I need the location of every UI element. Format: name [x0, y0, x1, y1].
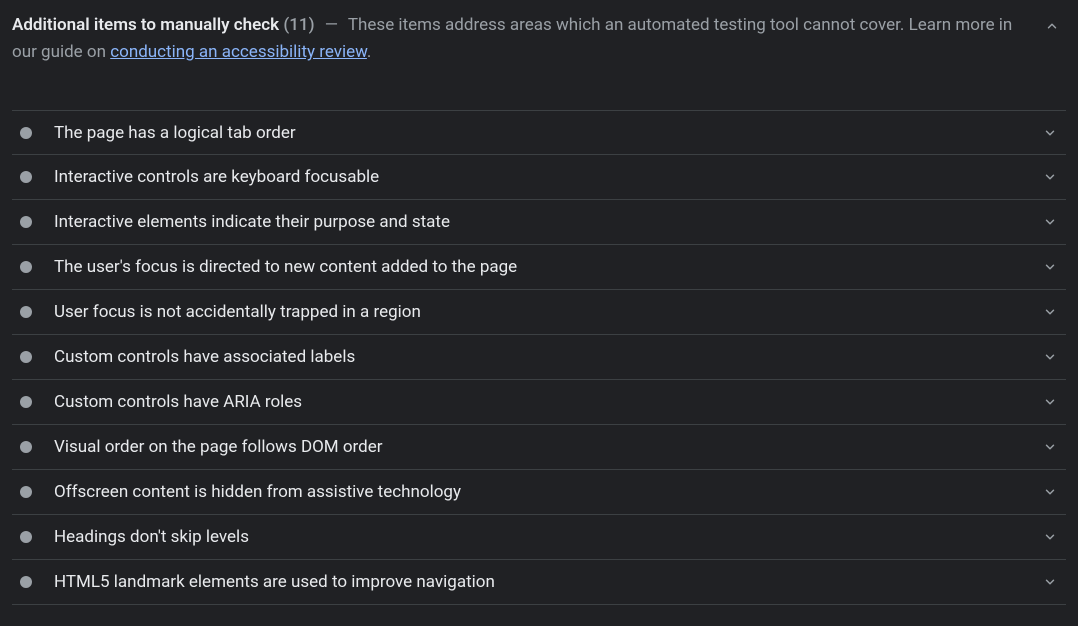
separator: — [325, 15, 338, 35]
audit-title: Offscreen content is hidden from assisti… [54, 482, 1040, 502]
status-dot-icon [20, 396, 32, 408]
audit-item[interactable]: Interactive elements indicate their purp… [12, 200, 1066, 245]
period: . [367, 42, 371, 62]
chevron-down-icon[interactable] [1040, 167, 1060, 187]
header-content: Additional items to manually check (11) … [12, 12, 1066, 66]
audit-title: Custom controls have ARIA roles [54, 392, 1040, 412]
status-dot-icon [20, 351, 32, 363]
audit-item[interactable]: Interactive controls are keyboard focusa… [12, 155, 1066, 200]
audit-title: The user's focus is directed to new cont… [54, 257, 1040, 277]
chevron-down-icon[interactable] [1040, 257, 1060, 277]
status-dot-icon [20, 576, 32, 588]
audit-title: Interactive elements indicate their purp… [54, 212, 1040, 232]
status-dot-icon [20, 261, 32, 273]
chevron-down-icon[interactable] [1040, 302, 1060, 322]
audit-title: Headings don't skip levels [54, 527, 1040, 547]
audit-item[interactable]: The page has a logical tab order [12, 110, 1066, 155]
audit-title: The page has a logical tab order [54, 123, 1040, 143]
status-dot-icon [20, 531, 32, 543]
audit-title: User focus is not accidentally trapped i… [54, 302, 1040, 322]
audit-item[interactable]: User focus is not accidentally trapped i… [12, 290, 1066, 335]
section-count: (11) [283, 15, 314, 35]
chevron-down-icon[interactable] [1040, 212, 1060, 232]
audit-item[interactable]: Headings don't skip levels [12, 515, 1066, 560]
chevron-down-icon[interactable] [1040, 572, 1060, 592]
audit-item[interactable]: HTML5 landmark elements are used to impr… [12, 560, 1066, 605]
chevron-down-icon[interactable] [1040, 347, 1060, 367]
chevron-down-icon[interactable] [1040, 527, 1060, 547]
status-dot-icon [20, 306, 32, 318]
section-title: Additional items to manually check [12, 15, 279, 35]
audit-item[interactable]: Visual order on the page follows DOM ord… [12, 425, 1066, 470]
chevron-down-icon[interactable] [1040, 392, 1060, 412]
audit-title: Custom controls have associated labels [54, 347, 1040, 367]
chevron-up-icon[interactable] [1042, 16, 1062, 36]
audit-item[interactable]: Offscreen content is hidden from assisti… [12, 470, 1066, 515]
audit-title: Interactive controls are keyboard focusa… [54, 167, 1040, 187]
audit-title: Visual order on the page follows DOM ord… [54, 437, 1040, 457]
audit-title: HTML5 landmark elements are used to impr… [54, 572, 1040, 592]
status-dot-icon [20, 441, 32, 453]
chevron-down-icon[interactable] [1040, 482, 1060, 502]
accessibility-review-link[interactable]: conducting an accessibility review [110, 42, 367, 62]
chevron-down-icon[interactable] [1040, 123, 1060, 143]
audit-items-list: The page has a logical tab order Interac… [12, 110, 1066, 605]
status-dot-icon [20, 216, 32, 228]
audit-item[interactable]: Custom controls have ARIA roles [12, 380, 1066, 425]
section-header[interactable]: Additional items to manually check (11) … [12, 12, 1066, 82]
audit-item[interactable]: The user's focus is directed to new cont… [12, 245, 1066, 290]
status-dot-icon [20, 127, 32, 139]
status-dot-icon [20, 171, 32, 183]
audit-item[interactable]: Custom controls have associated labels [12, 335, 1066, 380]
status-dot-icon [20, 486, 32, 498]
chevron-down-icon[interactable] [1040, 437, 1060, 457]
